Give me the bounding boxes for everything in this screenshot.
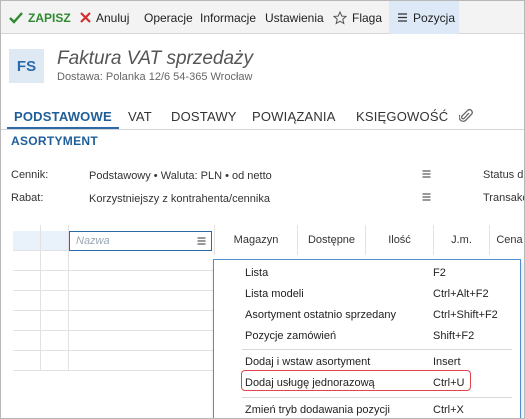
flag-button[interactable]: Flaga <box>333 1 382 34</box>
discount-label: Rabat: <box>11 192 44 204</box>
flag-label: Flaga <box>352 10 383 25</box>
delivery-address: Dostawa: Polanka 12/6 54-365 Wrocław <box>57 71 253 83</box>
menu-item-shortcut: Ctrl+Alt+F2 <box>433 288 489 300</box>
table-cell[interactable] <box>40 311 68 331</box>
menu-item-order-positions[interactable]: Pozycje zamówień Shift+F2 <box>214 326 520 346</box>
table-cell[interactable] <box>13 291 40 311</box>
menu-item-model-list[interactable]: Lista modeli Ctrl+Alt+F2 <box>214 284 520 304</box>
tab-bar: PODSTAWOWE VAT DOSTAWY POWIĄZANIA KSIĘGO… <box>1 103 524 130</box>
table-cell[interactable] <box>40 331 68 351</box>
menu-separator <box>242 397 512 398</box>
table-cell[interactable] <box>13 271 40 291</box>
menu-item-shortcut: Ctrl+X <box>433 404 464 416</box>
toolbar: ZAPISZ Anuluj Operacje Informacje Ustawi… <box>1 1 524 34</box>
close-icon <box>80 12 91 23</box>
menu-item-shortcut: Ctrl+Shift+F2 <box>433 309 498 321</box>
table-cell[interactable] <box>13 311 40 331</box>
name-placeholder: Nazwa <box>76 235 110 247</box>
menu-item-add-insert[interactable]: Dodaj i wstaw asortyment Insert <box>214 352 520 372</box>
menu-item-list[interactable]: Lista F2 <box>214 263 520 283</box>
information-menu-button[interactable]: Informacje <box>200 1 256 34</box>
menu-item-label: Asortyment ostatnio sprzedany <box>245 309 397 321</box>
menu-item-change-add-mode[interactable]: Zmień tryb dodawania pozycji Ctrl+X <box>214 400 520 418</box>
operations-menu-button[interactable]: Operacje <box>144 1 193 34</box>
status-label: Status d <box>483 169 524 181</box>
menu-icon[interactable] <box>197 237 206 245</box>
discount-field[interactable]: Korzystniejszy z kontrahenta/cennika <box>86 189 436 208</box>
section-title: ASORTYMENT <box>11 134 98 148</box>
table-cell[interactable] <box>40 271 68 291</box>
table-cell[interactable] <box>13 331 40 351</box>
column-header-quantity[interactable]: Ilość <box>365 225 433 255</box>
tab-vat[interactable]: VAT <box>128 103 152 129</box>
tab-divider <box>1 129 524 130</box>
page-title: Faktura VAT sprzedaży <box>57 48 254 69</box>
menu-item-label: Lista <box>245 267 269 279</box>
table-cell[interactable] <box>40 231 68 251</box>
tab-accounting[interactable]: KSIĘGOWOŚĆ <box>356 103 448 129</box>
operations-label: Operacje <box>144 10 193 25</box>
menu-icon[interactable] <box>422 193 431 201</box>
menu-item-shortcut: Ctrl+U <box>433 377 465 389</box>
table-cell[interactable] <box>68 251 214 271</box>
table-cell[interactable] <box>13 231 40 251</box>
menu-item-shortcut: F2 <box>433 267 446 279</box>
pricelist-label: Cennik: <box>11 169 49 181</box>
position-menu-button[interactable]: Pozycja <box>389 1 459 34</box>
column-header-price[interactable]: Cena <box>489 225 524 255</box>
menu-item-shortcut: Shift+F2 <box>433 330 475 342</box>
checkmark-icon <box>9 11 23 24</box>
menu-item-label: Pozycje zamówień <box>245 330 337 342</box>
menu-item-label: Dodaj usługę jednorazową <box>245 377 375 389</box>
settings-menu-button[interactable]: Ustawienia <box>265 1 324 34</box>
menu-item-label: Zmień tryb dodawania pozycji <box>245 404 390 416</box>
menu-item-add-one-time-service[interactable]: Dodaj usługę jednorazową Ctrl+U <box>214 373 520 393</box>
app-window: ZAPISZ Anuluj Operacje Informacje Ustawi… <box>0 0 525 419</box>
tab-deliveries[interactable]: DOSTAWY <box>171 103 237 129</box>
pricelist-value: Podstawowy • Waluta: PLN • od netto <box>89 169 272 182</box>
menu-separator <box>242 349 512 350</box>
menu-item-shortcut: Insert <box>433 356 461 368</box>
menu-item-label: Dodaj i wstaw asortyment <box>245 356 371 368</box>
column-header-unit[interactable]: J.m. <box>433 225 489 255</box>
cancel-button[interactable]: Anuluj <box>80 1 129 34</box>
table-cell[interactable] <box>40 351 68 371</box>
table-cell[interactable] <box>40 291 68 311</box>
cancel-label: Anuluj <box>96 10 130 25</box>
table-cell[interactable] <box>68 351 214 371</box>
column-header-warehouse[interactable]: Magazyn <box>214 225 297 255</box>
document-type-badge: FS <box>9 49 44 83</box>
pricelist-field[interactable]: Podstawowy • Waluta: PLN • od netto <box>86 166 436 185</box>
save-label: ZAPISZ <box>28 10 71 25</box>
column-header-available[interactable]: Dostępne <box>297 225 365 255</box>
paperclip-icon <box>459 109 473 122</box>
tab-relations[interactable]: POWIĄZANIA <box>252 103 336 129</box>
table-cell[interactable] <box>40 251 68 271</box>
menu-item-recently-sold[interactable]: Asortyment ostatnio sprzedany Ctrl+Shift… <box>214 305 520 325</box>
menu-item-label: Lista modeli <box>245 288 304 300</box>
discount-value: Korzystniejszy z kontrahenta/cennika <box>89 192 270 205</box>
star-icon <box>333 10 347 25</box>
tab-attachments[interactable] <box>459 103 473 129</box>
table-cell[interactable] <box>13 251 40 271</box>
transaction-label: Transakc <box>483 192 525 204</box>
menu-icon <box>398 13 407 22</box>
table-cell[interactable] <box>68 311 214 331</box>
position-label: Pozycja <box>413 10 456 25</box>
table-cell[interactable] <box>68 271 214 291</box>
information-label: Informacje <box>200 10 257 25</box>
settings-label: Ustawienia <box>265 10 324 25</box>
table-cell[interactable] <box>13 351 40 371</box>
context-menu: Lista F2 Lista modeli Ctrl+Alt+F2 Asorty… <box>213 259 521 418</box>
menu-icon[interactable] <box>422 170 431 178</box>
table-cell[interactable] <box>68 331 214 351</box>
save-button[interactable]: ZAPISZ <box>9 1 71 34</box>
table-cell[interactable] <box>68 291 214 311</box>
tab-basic[interactable]: PODSTAWOWE <box>14 103 112 129</box>
name-input[interactable]: Nazwa <box>69 231 212 251</box>
